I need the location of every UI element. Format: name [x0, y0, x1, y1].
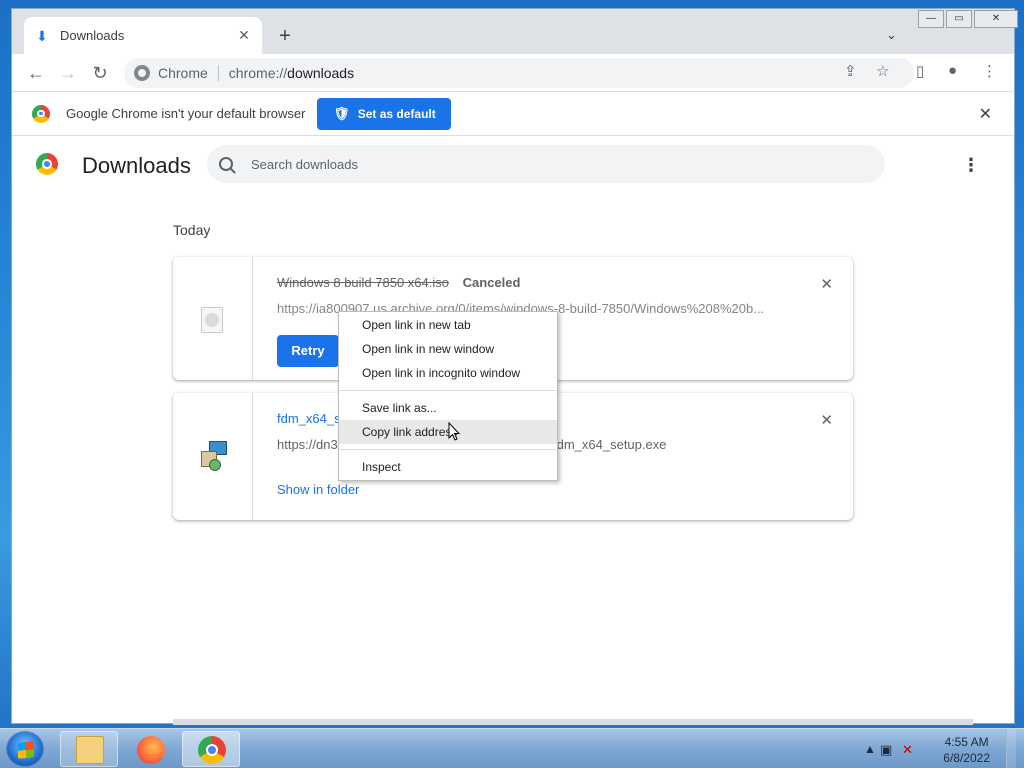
clock-date: 6/8/2022 — [943, 751, 990, 765]
file-name-link[interactable]: fdm_x64_s — [277, 411, 341, 426]
section-date: Today — [173, 222, 211, 238]
search-downloads-input[interactable]: Search downloads — [207, 145, 885, 183]
taskbar: ▲ ▣ ✕ 4:55 AM 6/8/2022 — [0, 728, 1024, 768]
disc-file-icon — [201, 307, 223, 333]
chrome-logo-icon — [36, 153, 58, 175]
installer-icon — [199, 441, 229, 471]
chrome-menu-icon[interactable]: ⋮ — [982, 62, 997, 80]
remove-item-icon[interactable]: ✕ — [820, 411, 833, 429]
file-name: Windows 8 build 7850 x64.iso — [277, 275, 449, 290]
shield-icon: 🛡 — [333, 105, 350, 121]
taskbar-firefox[interactable] — [121, 731, 179, 767]
minimize-button[interactable]: — — [918, 10, 944, 28]
tab-downloads[interactable]: ⬇ Downloads ✕ — [24, 17, 262, 54]
maximize-button[interactable]: ▭ — [946, 10, 972, 28]
tab-search-chevron-icon[interactable]: ⌄ — [886, 27, 897, 43]
menu-separator — [339, 390, 557, 391]
show-desktop-button[interactable] — [1006, 729, 1016, 768]
menu-item-open-new-window[interactable]: Open link in new window — [339, 337, 557, 361]
close-window-button[interactable]: ✕ — [974, 10, 1018, 28]
side-panel-icon[interactable]: ▯ — [916, 62, 924, 80]
url-scheme: chrome:// — [228, 65, 288, 81]
downloads-header: Downloads Search downloads ⋮ — [12, 143, 1014, 191]
download-status: Canceled — [462, 275, 521, 290]
search-placeholder: Search downloads — [251, 156, 358, 172]
reload-button[interactable]: ↻ — [88, 61, 112, 85]
menu-item-open-incognito[interactable]: Open link in incognito window — [339, 361, 557, 385]
infobar-close-icon[interactable]: ✕ — [979, 104, 992, 124]
mouse-cursor-icon — [448, 422, 461, 441]
url-host: downloads — [287, 65, 355, 81]
file-icon-column — [173, 393, 253, 520]
menu-item-open-new-tab[interactable]: Open link in new tab — [339, 313, 557, 337]
taskbar-explorer[interactable] — [60, 731, 118, 767]
show-hidden-icons-arrow[interactable]: ▲ — [864, 742, 876, 756]
page-title: Downloads — [82, 153, 191, 178]
omnibox-divider — [217, 65, 219, 81]
remove-item-icon[interactable]: ✕ — [820, 275, 833, 293]
show-in-folder-link[interactable]: Show in folder — [277, 482, 359, 497]
menu-separator — [339, 449, 557, 450]
profile-icon[interactable]: ● — [948, 62, 957, 79]
bookmark-star-icon[interactable]: ☆ — [876, 62, 889, 80]
set-as-default-button[interactable]: 🛡 Set as default — [317, 97, 452, 130]
clock-time: 4:55 AM — [944, 735, 989, 749]
back-button[interactable]: ← — [24, 61, 48, 85]
download-icon: ⬇ — [36, 27, 48, 44]
windows-logo-icon — [18, 741, 34, 759]
clock[interactable]: 4:55 AM 6/8/2022 — [943, 734, 990, 766]
share-icon[interactable]: ⇪ — [844, 62, 857, 80]
tab-strip: ⬇ Downloads ✕ + ⌄ — ▭ ✕ — [12, 9, 1018, 54]
network-icon[interactable]: ▣ — [880, 742, 892, 758]
address-bar[interactable]: Chrome chrome://downloads — [124, 58, 914, 88]
window-controls: — ▭ ✕ — [916, 10, 1018, 30]
default-browser-infobar: Google Chrome isn't your default browser… — [12, 92, 1014, 136]
context-menu: Open link in new tab Open link in new wi… — [338, 311, 558, 481]
site-label: Chrome — [158, 65, 208, 81]
taskbar-chrome[interactable] — [182, 731, 240, 767]
menu-item-save-link-as[interactable]: Save link as... — [339, 396, 557, 420]
start-button[interactable] — [6, 731, 44, 767]
file-url-end[interactable]: fdm_x64_setup.exe — [553, 437, 666, 452]
menu-item-inspect[interactable]: Inspect — [339, 455, 557, 479]
folder-icon — [76, 736, 104, 764]
system-tray: ▲ ▣ ✕ 4:55 AM 6/8/2022 — [856, 729, 1016, 768]
chrome-icon — [198, 736, 226, 764]
new-tab-button[interactable]: + — [274, 25, 296, 47]
toolbar: ← → ↻ Chrome chrome://downloads ⇪ ☆ ▯ ● … — [12, 54, 1014, 92]
infobar-message: Google Chrome isn't your default browser — [66, 106, 306, 121]
chrome-logo-icon — [32, 104, 50, 123]
file-icon-column — [173, 257, 253, 380]
tab-close-icon[interactable]: ✕ — [236, 27, 252, 44]
file-url-start[interactable]: https://dn3 — [277, 437, 338, 452]
chrome-page-icon — [134, 65, 150, 81]
search-icon — [219, 157, 233, 171]
retry-button[interactable]: Retry — [277, 335, 339, 367]
firefox-icon — [137, 736, 165, 764]
set-as-default-label: Set as default — [357, 106, 436, 121]
tab-title: Downloads — [60, 28, 125, 43]
volume-muted-icon[interactable]: ✕ — [902, 742, 913, 758]
horizontal-scrollbar[interactable] — [173, 719, 973, 725]
forward-button[interactable]: → — [56, 61, 80, 85]
more-actions-icon[interactable]: ⋮ — [962, 155, 980, 176]
